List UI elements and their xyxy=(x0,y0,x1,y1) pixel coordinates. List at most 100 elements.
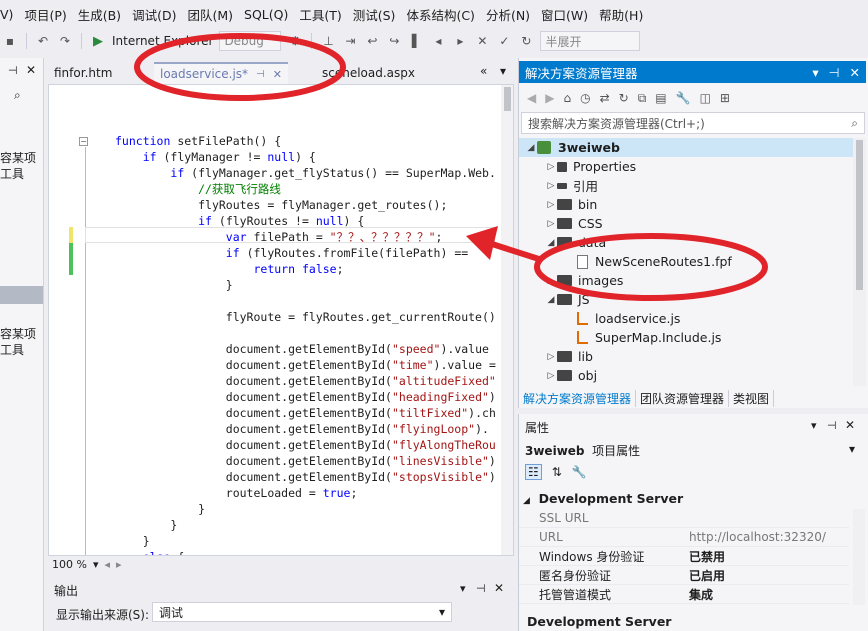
zoom-dropdown-icon[interactable]: ▾ xyxy=(93,558,99,571)
menu-item[interactable]: 工具(T) xyxy=(299,5,352,24)
forward-icon[interactable]: ▶ xyxy=(545,91,554,105)
scroll-right-icon[interactable]: ▸ xyxy=(116,558,122,571)
code-line[interactable]: if (flyManager != null) { xyxy=(115,149,316,165)
code-line[interactable]: document.getElementById("flyingLoop"). xyxy=(115,421,489,437)
indent-icon[interactable]: ⇥ xyxy=(342,33,358,49)
tree-item-3weiweb[interactable]: ◢ 3weiweb xyxy=(519,138,853,157)
tree-item-properties[interactable]: ▷ Properties xyxy=(519,157,853,176)
menu-item[interactable]: V) xyxy=(0,7,24,22)
code-line[interactable]: document.getElementById("altitudeFixed" xyxy=(115,373,496,389)
menu-item[interactable]: SQL(Q) xyxy=(244,7,299,22)
menu-item[interactable]: 分析(N) xyxy=(486,5,541,24)
bookmark-icon[interactable]: ▌ xyxy=(408,33,424,49)
zoom-level[interactable]: 100 % xyxy=(52,558,87,571)
menu-item[interactable]: 调试(D) xyxy=(132,5,187,24)
tree-item-css[interactable]: ▷ CSS xyxy=(519,214,853,233)
menu-item[interactable]: 窗口(W) xyxy=(541,5,599,24)
code-line[interactable]: if (flyRoutes != null) { xyxy=(115,213,364,229)
close-tab-icon[interactable]: ✕ xyxy=(273,68,282,81)
find-icon[interactable]: ✓ xyxy=(496,33,512,49)
tree-item-images[interactable]: ▷ images xyxy=(519,271,853,290)
run-target-label[interactable]: Internet Explorer xyxy=(112,34,213,48)
alphabetical-icon[interactable]: ⇅ xyxy=(552,465,562,479)
code-line[interactable]: document.getElementById("speed").value xyxy=(115,341,489,357)
code-line[interactable]: document.getElementById("headingFixed") xyxy=(115,389,496,405)
tab-dropdown-icon[interactable]: ▾ xyxy=(500,64,506,78)
prev-bookmark-icon[interactable]: ◂ xyxy=(430,33,446,49)
collapsed-arrow-icon[interactable]: ▷ xyxy=(545,219,557,229)
pin-icon[interactable]: ⊣ xyxy=(256,69,265,80)
code-line[interactable]: document.getElementById("linesVisible") xyxy=(115,453,496,469)
code-line[interactable]: } xyxy=(115,517,177,533)
tree-item-obj[interactable]: ▷ obj xyxy=(519,366,853,385)
clear-bookmarks-icon[interactable]: ✕ xyxy=(474,33,490,49)
menu-item[interactable]: 体系结构(C) xyxy=(406,5,485,24)
tab-finfor[interactable]: finfor.htm xyxy=(48,62,118,84)
vertical-scrollbar[interactable] xyxy=(501,85,513,555)
code-line[interactable]: if (flyManager.get_flyStatus() == SuperM… xyxy=(115,165,496,181)
menu-item[interactable]: 项目(P) xyxy=(24,5,77,24)
expanded-arrow-icon[interactable]: ◢ xyxy=(545,295,557,305)
property-scrollbar[interactable] xyxy=(853,509,865,605)
property-row[interactable]: 匿名身份验证 已启用 xyxy=(519,566,849,585)
tree-item-bin[interactable]: ▷ bin xyxy=(519,195,853,214)
property-row[interactable]: Windows 身份验证 已禁用 xyxy=(519,547,849,566)
collapse-icon[interactable]: ◢ xyxy=(523,496,530,506)
code-line[interactable]: return false; xyxy=(115,261,343,277)
tab-sceneload[interactable]: sceneload.aspx xyxy=(316,62,421,84)
close-icon[interactable]: ✕ xyxy=(850,65,860,80)
code-line[interactable]: if (flyRoutes.fromFile(filePath) == xyxy=(115,245,468,261)
pin-icon[interactable]: ⊣ xyxy=(476,582,486,595)
panel-menu-icon[interactable]: ▾ xyxy=(811,419,817,432)
code-line[interactable]: } xyxy=(115,277,233,293)
close-icon[interactable]: ✕ xyxy=(494,581,504,595)
tree-item--[interactable]: ▷ 引用 xyxy=(519,176,853,195)
collapsed-arrow-icon[interactable]: ▷ xyxy=(545,371,557,381)
code-line[interactable]: else { xyxy=(115,549,185,555)
pin-icon[interactable]: ⊣ xyxy=(8,64,18,77)
code-line[interactable]: var filePath = "？？、？？？？？"; xyxy=(115,229,443,245)
expanded-arrow-icon[interactable]: ◢ xyxy=(545,238,557,248)
tree-item-lib[interactable]: ▷ lib xyxy=(519,347,853,366)
tree-item-loadservice-js[interactable]: loadservice.js xyxy=(519,309,853,328)
property-row[interactable]: 托管管道模式 集成 xyxy=(519,585,849,604)
menu-item[interactable]: 团队(M) xyxy=(187,5,244,24)
config-combo[interactable]: Debug xyxy=(219,31,282,51)
expanded-arrow-icon[interactable]: ◢ xyxy=(525,143,537,153)
code-line[interactable]: routeLoaded = true; xyxy=(115,485,358,501)
code-line[interactable]: document.getElementById("time").value = xyxy=(115,357,496,373)
menu-item[interactable]: 测试(S) xyxy=(353,5,407,24)
code-line[interactable]: document.getElementById("stopsVisible") xyxy=(115,469,496,485)
scroll-thumb[interactable] xyxy=(856,140,863,290)
comment-icon[interactable]: ↩ xyxy=(364,33,380,49)
property-pages-icon[interactable]: 🔧 xyxy=(572,465,587,479)
categorized-icon[interactable]: ☷ xyxy=(525,464,542,480)
tab-team-explorer[interactable]: 团队资源管理器 xyxy=(636,389,730,407)
align-icon[interactable]: ⊥ xyxy=(320,33,336,49)
code-line[interactable]: document.getElementById("flyAlongTheRou xyxy=(115,437,496,453)
code-line[interactable]: document.getElementById("tiltFixed").ch xyxy=(115,405,496,421)
close-icon[interactable]: ✕ xyxy=(845,418,855,432)
history-icon[interactable]: ◷ xyxy=(580,91,590,105)
collapsed-arrow-icon[interactable]: ▷ xyxy=(545,276,557,286)
collapsed-arrow-icon[interactable]: ▷ xyxy=(545,352,557,362)
scroll-left-icon[interactable]: ◂ xyxy=(104,558,110,571)
pin-icon[interactable]: ⊣ xyxy=(827,419,837,432)
home-icon[interactable]: ⌂ xyxy=(563,91,571,105)
tree-item-newsceneroutes1-fpf[interactable]: NewSceneRoutes1.fpf xyxy=(519,252,853,271)
scroll-tabs-left-icon[interactable]: « xyxy=(480,64,487,78)
collapsed-arrow-icon[interactable]: ▷ xyxy=(545,181,557,191)
code-line[interactable]: flyRoute = flyRoutes.get_currentRoute() xyxy=(115,309,496,325)
preview-icon[interactable]: ◫ xyxy=(700,91,711,105)
code-editor[interactable]: − function setFilePath() { if (flyManage… xyxy=(48,84,514,556)
refresh-icon[interactable]: ↻ xyxy=(619,91,629,105)
code-line[interactable]: flyRoutes = flyManager.get_routes(); xyxy=(115,197,447,213)
collapse-all-icon[interactable]: ⧉ xyxy=(638,91,647,106)
undo-icon[interactable]: ↶ xyxy=(35,33,51,49)
panel-menu-icon[interactable]: ▾ xyxy=(812,65,818,80)
property-row[interactable]: SSL URL xyxy=(519,509,849,528)
code-line[interactable]: //获取飞行路线 xyxy=(115,181,281,197)
tab-loadservice[interactable]: loadservice.js* ⊣ ✕ xyxy=(154,62,288,84)
code-line[interactable]: } xyxy=(115,533,150,549)
save-all-icon[interactable]: ▪ xyxy=(2,33,18,49)
